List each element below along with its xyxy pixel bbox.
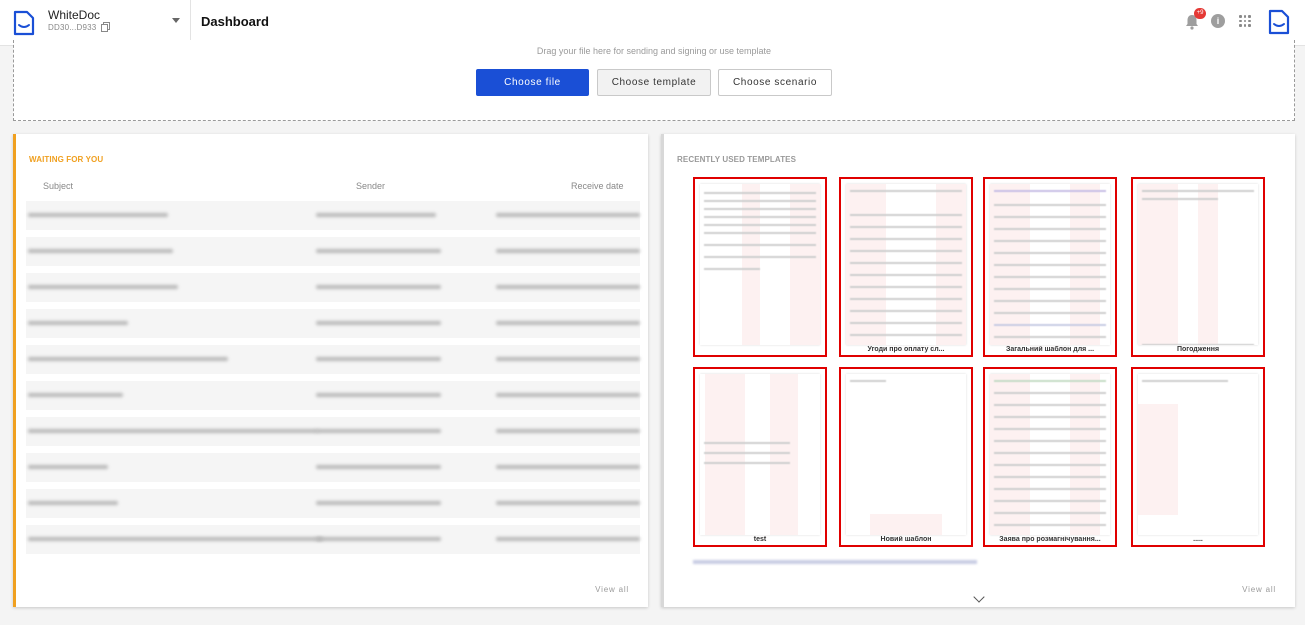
template-name: test [753, 536, 767, 543]
table-row[interactable] [26, 525, 640, 554]
template-thumbnail [990, 184, 1110, 345]
blurred-date [496, 501, 640, 505]
template-name: Угоди про оплату сл... [867, 346, 945, 353]
template-thumbnail [846, 374, 966, 535]
table-row[interactable] [26, 309, 640, 338]
template-thumbnail [846, 184, 966, 345]
template-card[interactable]: Угоди про оплату сл... [839, 177, 973, 357]
choose-scenario-button[interactable]: Choose scenario [718, 69, 832, 96]
waiting-for-you-title: WAITING FOR YOU [29, 155, 104, 164]
waiting-view-all-link[interactable]: View all [595, 585, 629, 594]
blurred-date [496, 249, 640, 253]
template-card[interactable]: Загальний шаблон для ... [983, 177, 1117, 357]
organization-name: WhiteDoc [48, 8, 101, 22]
apps-grid-icon[interactable] [1239, 15, 1251, 27]
blurred-date [496, 393, 640, 397]
choose-file-button[interactable]: Choose file [476, 69, 589, 96]
blurred-sender [316, 465, 441, 469]
blurred-subject [28, 465, 108, 469]
copy-icon[interactable] [101, 22, 110, 32]
blurred-subject [28, 285, 178, 289]
blurred-sender [316, 285, 441, 289]
receive-date-column-header[interactable]: Receive date [571, 181, 624, 191]
template-thumbnail [1138, 184, 1258, 345]
table-row[interactable] [26, 489, 640, 518]
template-name [701, 346, 819, 353]
choose-template-button[interactable]: Choose template [597, 69, 711, 96]
blurred-sender [316, 501, 441, 505]
template-name: ..... [1193, 536, 1203, 543]
blurred-subject [28, 393, 123, 397]
table-row[interactable] [26, 237, 640, 266]
page-title: Dashboard [201, 14, 269, 29]
template-card[interactable]: Новий шаблон [839, 367, 973, 547]
blurred-sender [316, 249, 441, 253]
table-row[interactable] [26, 453, 640, 482]
template-card[interactable] [693, 177, 827, 357]
blurred-date [496, 357, 640, 361]
template-thumbnail [990, 374, 1110, 535]
recent-templates-panel: RECENTLY USED TEMPLATES Угоди про оплату… [661, 134, 1295, 607]
template-thumbnail [700, 184, 820, 345]
notification-badge: +9 [1194, 8, 1206, 19]
blurred-date [496, 537, 640, 541]
table-row[interactable] [26, 417, 640, 446]
blurred-subject [28, 501, 118, 505]
template-card[interactable]: test [693, 367, 827, 547]
blurred-subject [28, 213, 168, 217]
templates-view-all-link[interactable]: View all [1242, 585, 1276, 594]
blurred-subject [28, 357, 228, 361]
info-icon[interactable]: i [1211, 14, 1225, 28]
blurred-subject [28, 321, 128, 325]
waiting-for-you-panel: WAITING FOR YOU Subject Sender Receive d… [13, 134, 648, 607]
recent-templates-title: RECENTLY USED TEMPLATES [677, 155, 797, 164]
blurred-sender [316, 321, 441, 325]
template-name: Погодження [1176, 346, 1220, 353]
table-row[interactable] [26, 345, 640, 374]
blurred-sender [316, 213, 436, 217]
drop-hint: Drag your file here for sending and sign… [536, 46, 772, 56]
blurred-date [496, 285, 640, 289]
template-name: Новий шаблон [880, 536, 932, 543]
blurred-subject [28, 429, 318, 433]
next-templates-row-preview [693, 560, 977, 564]
template-thumbnail [700, 374, 820, 535]
subject-column-header[interactable]: Subject [43, 181, 73, 191]
chevron-down-icon[interactable] [172, 18, 180, 23]
whitedoc-app-icon[interactable] [1268, 9, 1290, 35]
table-row[interactable] [26, 381, 640, 410]
table-row[interactable] [26, 273, 640, 302]
blurred-sender [316, 357, 441, 361]
sender-column-header[interactable]: Sender [356, 181, 385, 191]
blurred-subject [28, 537, 323, 541]
blurred-sender [316, 537, 441, 541]
chevron-down-icon[interactable] [973, 591, 985, 603]
blurred-sender [316, 393, 441, 397]
template-card[interactable]: Погодження [1131, 177, 1265, 357]
template-name: Заява про розмагнічування... [999, 536, 1101, 543]
blurred-sender [316, 429, 441, 433]
table-row[interactable] [26, 201, 640, 230]
template-card[interactable]: ..... [1131, 367, 1265, 547]
file-drop-zone[interactable]: Drag your file here for sending and sign… [13, 40, 1295, 121]
template-card[interactable]: Заява про розмагнічування... [983, 367, 1117, 547]
template-thumbnail [1138, 374, 1258, 535]
blurred-date [496, 429, 640, 433]
organization-id: DD30...D933 [48, 23, 97, 32]
blurred-date [496, 465, 640, 469]
blurred-date [496, 213, 640, 217]
whitedoc-logo-icon [13, 10, 35, 36]
template-name: Загальний шаблон для ... [1005, 346, 1095, 353]
blurred-subject [28, 249, 173, 253]
blurred-date [496, 321, 640, 325]
